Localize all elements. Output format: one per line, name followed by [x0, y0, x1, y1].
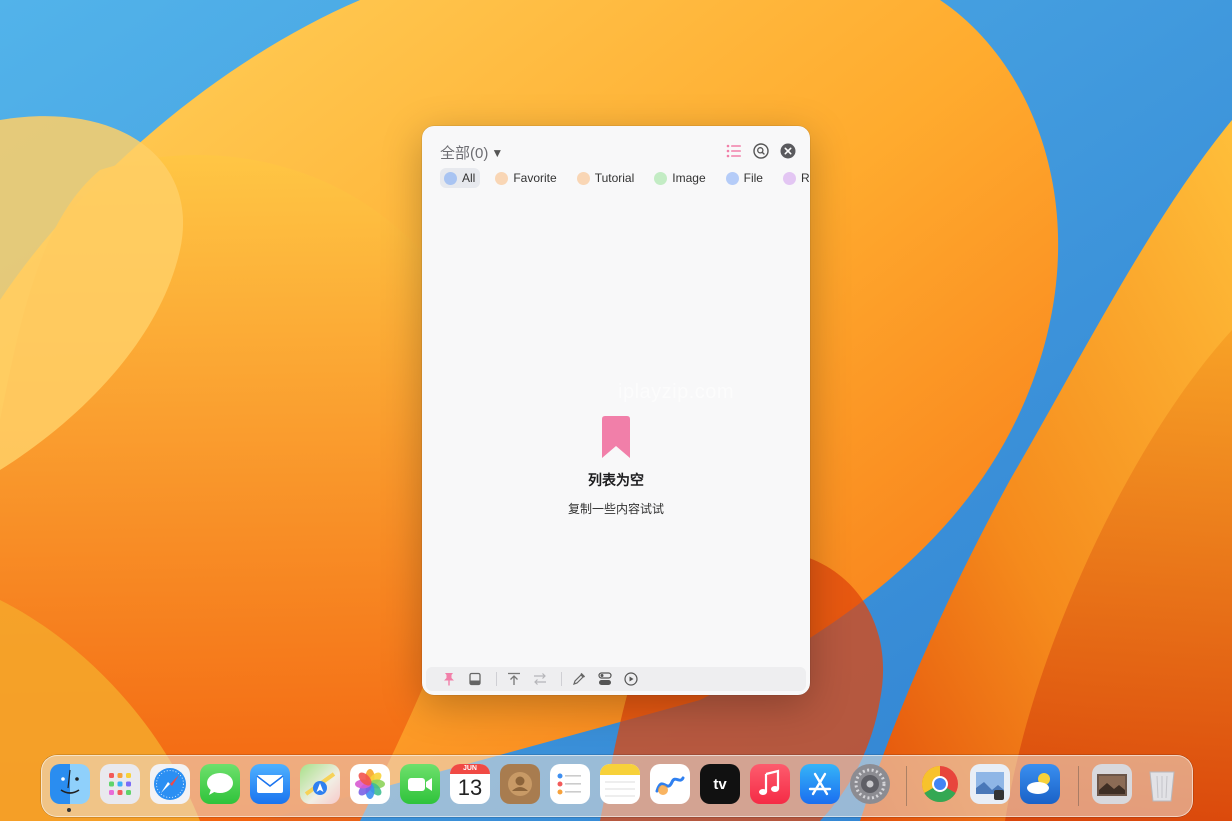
clipboard-manager-window: 全部(0) ▼ All Favorite Tutorial Image File…: [422, 126, 810, 695]
preview-icon[interactable]: [970, 764, 1010, 804]
empty-title: 列表为空: [588, 472, 644, 488]
category-selector[interactable]: 全部(0) ▼: [440, 142, 503, 163]
calendar-month: JUN: [462, 765, 477, 772]
eyedropper-icon[interactable]: [570, 670, 588, 688]
toolbar-divider: [496, 672, 497, 686]
calendar-icon[interactable]: JUN 13: [450, 764, 490, 804]
weather-icon[interactable]: [1020, 764, 1060, 804]
contacts-icon[interactable]: [500, 764, 540, 804]
list-icon[interactable]: [725, 142, 742, 159]
tab-color-dot: [576, 171, 590, 185]
tab-all[interactable]: All: [440, 168, 481, 188]
mail-icon[interactable]: [250, 764, 290, 804]
running-indicator: [67, 808, 71, 812]
search-icon[interactable]: [752, 142, 769, 159]
messages-icon[interactable]: [200, 764, 240, 804]
tab-color-dot: [782, 171, 796, 185]
header-toolbar: [725, 142, 796, 159]
tab-label: Image: [672, 171, 706, 185]
apple-tv-icon[interactable]: tv: [700, 764, 740, 804]
empty-state: 列表为空 复制一些内容试试: [422, 416, 810, 517]
calendar-day: 13: [457, 775, 483, 800]
swap-icon[interactable]: [531, 670, 549, 688]
toolbar-divider: [561, 672, 562, 686]
music-icon[interactable]: [750, 764, 790, 804]
move-to-top-icon[interactable]: [505, 670, 523, 688]
reminders-icon[interactable]: [550, 764, 590, 804]
photo-stack-icon[interactable]: [1092, 764, 1132, 804]
tab-tutorial[interactable]: Tutorial: [573, 168, 640, 188]
watermark: iplayzip.com: [618, 381, 735, 403]
finder-icon[interactable]: [50, 764, 90, 804]
window-icon[interactable]: [466, 670, 484, 688]
launchpad-icon[interactable]: [100, 764, 140, 804]
freeform-icon[interactable]: [650, 764, 690, 804]
tab-color-dot: [654, 171, 668, 185]
safari-icon[interactable]: [150, 764, 190, 804]
tab-label: Reme: [800, 171, 810, 185]
chevron-down-icon: ▼: [491, 145, 504, 160]
tab-favorite[interactable]: Favorite: [491, 168, 561, 188]
dock: JUN 13 tv: [41, 755, 1193, 817]
tab-label: File: [743, 171, 763, 185]
play-circle-icon[interactable]: [622, 670, 640, 688]
dock-divider: [1078, 766, 1079, 806]
tab-label: All: [462, 171, 476, 185]
chrome-icon[interactable]: [920, 764, 960, 804]
app-store-icon[interactable]: [800, 764, 840, 804]
empty-subtitle: 复制一些内容试试: [567, 502, 664, 516]
maps-icon[interactable]: [300, 764, 340, 804]
notes-icon[interactable]: [600, 764, 640, 804]
dock-divider: [906, 766, 907, 806]
tab-reminder[interactable]: Reme: [779, 168, 810, 188]
trash-icon[interactable]: [1142, 764, 1182, 804]
tab-color-dot: [725, 171, 739, 185]
system-settings-icon[interactable]: [850, 764, 890, 804]
facetime-icon[interactable]: [400, 764, 440, 804]
toggle-icon[interactable]: [596, 670, 614, 688]
tab-label: Tutorial: [594, 171, 635, 185]
bookmark-icon: [602, 416, 630, 458]
bottom-toolbar: [426, 667, 806, 691]
tab-label: Favorite: [513, 171, 557, 185]
tab-file[interactable]: File: [722, 168, 768, 188]
pin-icon[interactable]: [440, 670, 458, 688]
apple-tv-label: tv: [713, 775, 727, 793]
tab-image[interactable]: Image: [650, 168, 710, 188]
photos-icon[interactable]: [350, 764, 390, 804]
window-title: 全部(0): [440, 145, 489, 162]
tab-color-dot: [444, 171, 457, 185]
tab-color-dot: [495, 171, 509, 185]
close-icon[interactable]: [779, 142, 796, 159]
category-tabs: All Favorite Tutorial Image File Reme: [440, 168, 810, 188]
